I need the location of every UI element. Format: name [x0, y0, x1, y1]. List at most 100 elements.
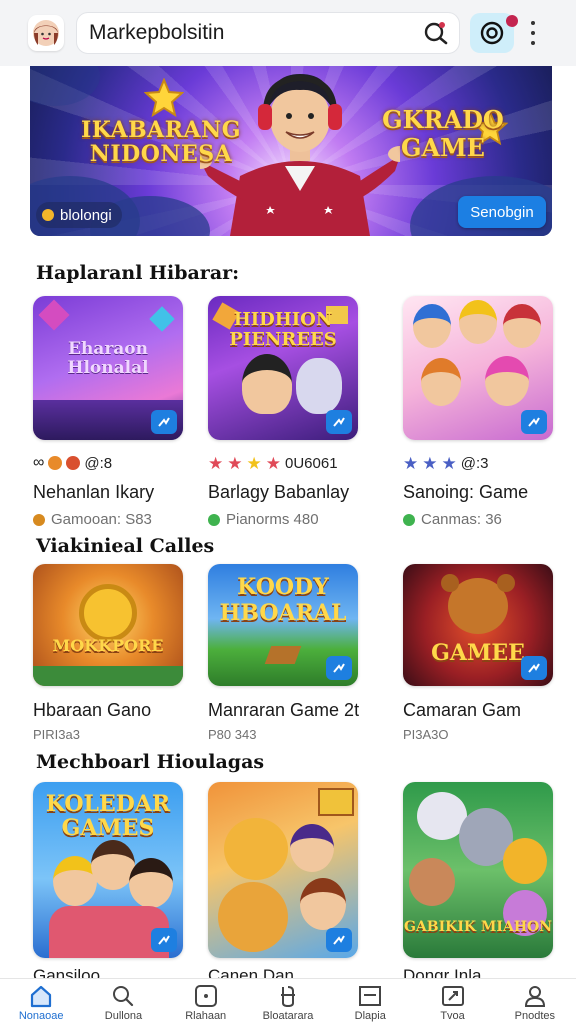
- game-icon: [194, 985, 217, 1007]
- hero-banner[interactable]: IKABARANG NIDONESA GKRADO GAME blolongi …: [30, 66, 552, 236]
- section-title: Haplaranl Hibarar:: [36, 262, 240, 284]
- library-icon: [359, 986, 382, 1006]
- thumbnail-title: GABIKIK MIAHON: [403, 919, 553, 935]
- card-subtitle: Canmas: 36: [403, 511, 553, 528]
- link-icon: ∞: [33, 454, 45, 471]
- search-input[interactable]: [89, 21, 423, 45]
- payments-icon: [280, 986, 295, 1008]
- star-icon: ★: [441, 453, 457, 473]
- play-icon[interactable]: [326, 410, 352, 434]
- card-title[interactable]: Gansiloo: [33, 966, 100, 978]
- top-app-bar: [0, 0, 576, 66]
- category-dot-icon: [208, 513, 220, 526]
- game-thumbnail[interactable]: [208, 782, 358, 958]
- game-card[interactable]: ★ ★ ★ @:3 Sanoing: Game Canmas: 36: [403, 296, 553, 528]
- card-subtitle-text: Gamooan: S83: [51, 511, 152, 528]
- nav-item-payments[interactable]: Bloatarara: [247, 979, 329, 1024]
- avatar[interactable]: [28, 15, 64, 51]
- game-thumbnail[interactable]: KOODY HBOARAL: [208, 564, 358, 686]
- nav-label: Nonaoae: [18, 1010, 64, 1022]
- play-icon[interactable]: [326, 656, 352, 680]
- star-icon: ★: [422, 453, 438, 473]
- search-bar[interactable]: [76, 12, 460, 54]
- search-icon[interactable]: [423, 20, 449, 46]
- game-card[interactable]: Eharaon Hlonalal ∞ @:8 Nehanlan Ikary Ga…: [33, 296, 183, 528]
- thumbnail-title: MOKKPORE: [52, 636, 164, 655]
- play-icon[interactable]: [151, 928, 177, 952]
- game-thumbnail[interactable]: MOKKPORE: [33, 564, 183, 686]
- game-card[interactable]: GAMEE Camaran Gam PI3A3O: [403, 564, 553, 742]
- game-thumbnail[interactable]: Eharaon Hlonalal: [33, 296, 183, 440]
- card-subtitle: PIRI3a3: [33, 727, 80, 742]
- category-dot-icon: [403, 513, 415, 526]
- banner-headline-right: GKRADO GAME: [382, 105, 504, 162]
- banner-tag[interactable]: blolongi: [36, 202, 122, 228]
- rating-row: ★ ★ ★ @:3: [403, 454, 553, 472]
- section-title: Mechboarl Hioulagas: [36, 751, 265, 773]
- nav-item-profile[interactable]: Pnodtes: [494, 979, 576, 1024]
- card-title[interactable]: Hbaraan Gano: [33, 700, 183, 721]
- coin-icon: [480, 21, 504, 45]
- nav-label: Bloatarara: [262, 1010, 314, 1022]
- card-subtitle: Pianorms 480: [208, 511, 358, 528]
- game-thumbnail[interactable]: HIDHION PIENREES: [208, 296, 358, 440]
- emoji-icon: [66, 456, 81, 470]
- game-card[interactable]: KOODY HBOARAL Manraran Game 2t P80 343: [208, 564, 359, 742]
- nav-label: Rlahaan: [185, 1010, 227, 1022]
- nav-item-search[interactable]: Dullona: [82, 979, 164, 1024]
- rating-value: @:8: [84, 454, 113, 472]
- nav-label: Dullona: [104, 1010, 143, 1022]
- card-subtitle-text: Canmas: 36: [421, 511, 502, 528]
- thumbnail-title: KOODY HBOARAL: [219, 574, 347, 626]
- rating-value: 0U6061: [285, 454, 338, 472]
- game-thumbnail[interactable]: KOLEDAR GAMES: [33, 782, 183, 958]
- play-icon[interactable]: [326, 928, 352, 952]
- play-icon[interactable]: [521, 410, 547, 434]
- category-dot-icon: [33, 513, 45, 526]
- home-icon: [31, 985, 52, 1008]
- rating-value: @:3: [460, 454, 489, 472]
- nav-item-home[interactable]: Nonaoae: [0, 979, 82, 1024]
- star-icon: [144, 78, 184, 118]
- card-title[interactable]: Nehanlan Ikary: [33, 482, 183, 503]
- banner-tag-label: blolongi: [60, 206, 112, 224]
- nav-label: Dlapia: [354, 1010, 386, 1022]
- star-icon: ★: [208, 453, 224, 473]
- game-card[interactable]: KOLEDAR GAMES: [33, 782, 183, 958]
- nav-item-tools[interactable]: Tvoa: [411, 979, 493, 1024]
- game-thumbnail[interactable]: GABIKIK MIAHON: [403, 782, 553, 958]
- bottom-navigation: Nonaoae Dullona Rlahaan Bloatarara Dlapi…: [0, 978, 576, 1024]
- card-title[interactable]: Sanoing: Game: [403, 482, 553, 503]
- nav-item-games[interactable]: Rlahaan: [165, 979, 247, 1024]
- emoji-icon: [48, 456, 63, 470]
- card-title[interactable]: Canen Dan: [208, 966, 294, 978]
- nav-item-library[interactable]: Dlapia: [329, 979, 411, 1024]
- game-card[interactable]: [208, 782, 358, 958]
- search-icon: [113, 986, 134, 1007]
- more-options-icon[interactable]: [526, 18, 540, 48]
- card-title[interactable]: Barlagy Babanlay: [208, 482, 358, 503]
- card-subtitle: P80 343: [208, 727, 257, 742]
- play-icon[interactable]: [521, 656, 547, 680]
- star-icon: ★: [403, 453, 419, 473]
- thumbnail-title: HIDHION PIENREES: [229, 309, 337, 350]
- star-icon: ★: [246, 453, 262, 473]
- game-card[interactable]: MOKKPORE Hbaraan Gano PIRI3a3: [33, 564, 183, 742]
- notification-badge: [506, 15, 518, 27]
- play-icon[interactable]: [151, 410, 177, 434]
- game-card[interactable]: HIDHION PIENREES ★ ★ ★ ★ 0U6061 Barlagy …: [208, 296, 358, 528]
- coin-icon: [42, 209, 54, 221]
- banner-cta-button[interactable]: Senobgin: [458, 196, 546, 228]
- card-title[interactable]: Camaran Gam: [403, 700, 553, 721]
- card-subtitle: PI3A3O: [403, 727, 449, 742]
- game-thumbnail[interactable]: GAMEE: [403, 564, 553, 686]
- game-thumbnail[interactable]: [403, 296, 553, 440]
- profile-avatar-icon: [33, 20, 59, 46]
- tools-icon: [441, 986, 464, 1006]
- card-title[interactable]: Dongr Inla: [403, 966, 481, 978]
- card-title[interactable]: Manraran Game 2t: [208, 700, 359, 721]
- game-card[interactable]: GABIKIK MIAHON: [403, 782, 553, 958]
- nav-label: Tvoa: [440, 1010, 465, 1022]
- cart-button[interactable]: [470, 13, 518, 53]
- nav-label: Pnodtes: [514, 1010, 556, 1022]
